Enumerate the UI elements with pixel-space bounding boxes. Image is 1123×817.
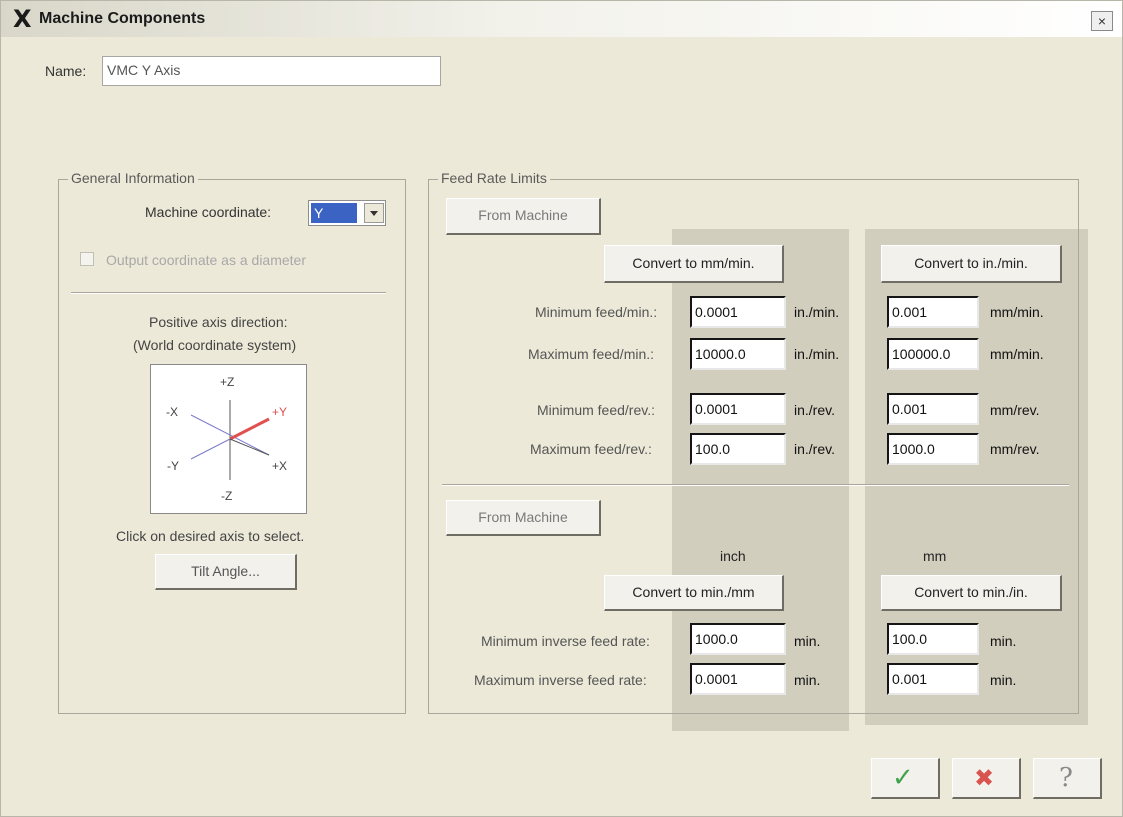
cancel-button[interactable]: ✖ [952, 758, 1021, 799]
window-title: Machine Components [39, 10, 206, 27]
axis-select-hint: Click on desired axis to select. [116, 528, 305, 544]
max-feed-rev-mm-unit: mm/rev. [990, 441, 1040, 457]
max-feed-rev-inch-unit: in./rev. [794, 441, 835, 457]
max-inverse-feed-label: Maximum inverse feed rate: [474, 672, 647, 688]
max-inverse-feed-inch-input[interactable]: 0.0001 [690, 663, 786, 695]
feed-divider [442, 484, 1069, 486]
max-feed-min-inch-unit: in./min. [794, 346, 840, 362]
machine-components-window: X Machine Components × Name: VMC Y Axis … [0, 0, 1123, 817]
inch-column-header: inch [720, 548, 746, 564]
dropdown-arrow-button[interactable] [364, 203, 384, 223]
axis-nx-label[interactable]: -X [166, 405, 178, 419]
min-feed-rev-inch-unit: in./rev. [794, 402, 835, 418]
max-feed-min-mm-unit: mm/min. [990, 346, 1044, 362]
help-button[interactable]: ? [1033, 758, 1102, 799]
min-inverse-feed-inch-unit: min. [794, 633, 821, 649]
min-feed-rev-label: Minimum feed/rev.: [537, 402, 655, 418]
machine-coordinate-select[interactable]: Y [308, 200, 386, 226]
max-feed-rev-inch-input[interactable]: 100.0 [690, 433, 786, 465]
axis-px-label[interactable]: +X [272, 459, 287, 473]
machine-coordinate-label: Machine coordinate: [145, 204, 272, 220]
max-feed-rev-mm-input[interactable]: 1000.0 [887, 433, 979, 465]
max-feed-min-inch-input[interactable]: 10000.0 [690, 338, 786, 370]
output-diameter-checkbox[interactable] [80, 252, 94, 266]
title-bar[interactable]: X Machine Components × [1, 1, 1122, 37]
app-icon: X [13, 5, 32, 33]
min-inverse-feed-mm-input[interactable]: 100.0 [887, 623, 979, 655]
close-button[interactable]: × [1091, 11, 1113, 31]
convert-to-min-mm-button[interactable]: Convert to min./mm [604, 575, 784, 611]
help-question-icon: ? [1059, 763, 1073, 793]
cancel-x-icon: ✖ [974, 764, 995, 792]
min-feed-min-inch-unit: in./min. [794, 304, 840, 320]
general-information-title: General Information [68, 170, 198, 186]
min-inverse-feed-mm-unit: min. [990, 633, 1017, 649]
convert-to-mm-min-button[interactable]: Convert to mm/min. [604, 245, 784, 283]
chevron-down-icon [370, 211, 378, 216]
name-input[interactable]: VMC Y Axis [102, 56, 441, 86]
axis-ny-label[interactable]: -Y [167, 459, 179, 473]
min-feed-rev-mm-input[interactable]: 0.001 [887, 393, 979, 425]
convert-to-min-in-button[interactable]: Convert to min./in. [881, 575, 1062, 611]
min-feed-min-mm-input[interactable]: 0.001 [887, 296, 979, 328]
output-diameter-label: Output coordinate as a diameter [106, 252, 307, 268]
from-machine-button-feed[interactable]: From Machine [446, 198, 601, 235]
min-inverse-feed-inch-input[interactable]: 1000.0 [690, 623, 786, 655]
name-label: Name: [45, 63, 87, 79]
world-coordinate-label: (World coordinate system) [133, 337, 297, 353]
axis-pz-label[interactable]: +Z [220, 375, 234, 389]
max-inverse-feed-mm-input[interactable]: 0.001 [887, 663, 979, 695]
feed-rate-limits-title: Feed Rate Limits [438, 170, 550, 186]
general-divider [71, 292, 386, 294]
from-machine-button-inverse[interactable]: From Machine [446, 500, 601, 536]
max-feed-min-label: Maximum feed/min.: [528, 346, 655, 362]
max-feed-rev-label: Maximum feed/rev.: [530, 441, 652, 457]
positive-axis-label: Positive axis direction: [149, 314, 288, 330]
axis-nz-label[interactable]: -Z [221, 489, 232, 503]
mm-column-header: mm [923, 548, 947, 564]
min-feed-rev-mm-unit: mm/rev. [990, 402, 1040, 418]
min-feed-min-label: Minimum feed/min.: [535, 304, 658, 320]
checkmark-icon: ✓ [892, 763, 914, 793]
min-inverse-feed-label: Minimum inverse feed rate: [481, 633, 650, 649]
tilt-angle-button[interactable]: Tilt Angle... [155, 554, 297, 590]
machine-coordinate-value: Y [311, 203, 357, 223]
min-feed-min-mm-unit: mm/min. [990, 304, 1044, 320]
min-feed-min-inch-input[interactable]: 0.0001 [690, 296, 786, 328]
axis-py-label[interactable]: +Y [272, 405, 287, 419]
ok-button[interactable]: ✓ [871, 758, 940, 799]
min-feed-rev-inch-input[interactable]: 0.0001 [690, 393, 786, 425]
axis-direction-selector[interactable]: +Z -Z -X +X +Y -Y [150, 364, 307, 514]
max-inverse-feed-inch-unit: min. [794, 672, 821, 688]
convert-to-in-min-button[interactable]: Convert to in./min. [881, 245, 1062, 283]
max-feed-min-mm-input[interactable]: 100000.0 [887, 338, 979, 370]
max-inverse-feed-mm-unit: min. [990, 672, 1017, 688]
